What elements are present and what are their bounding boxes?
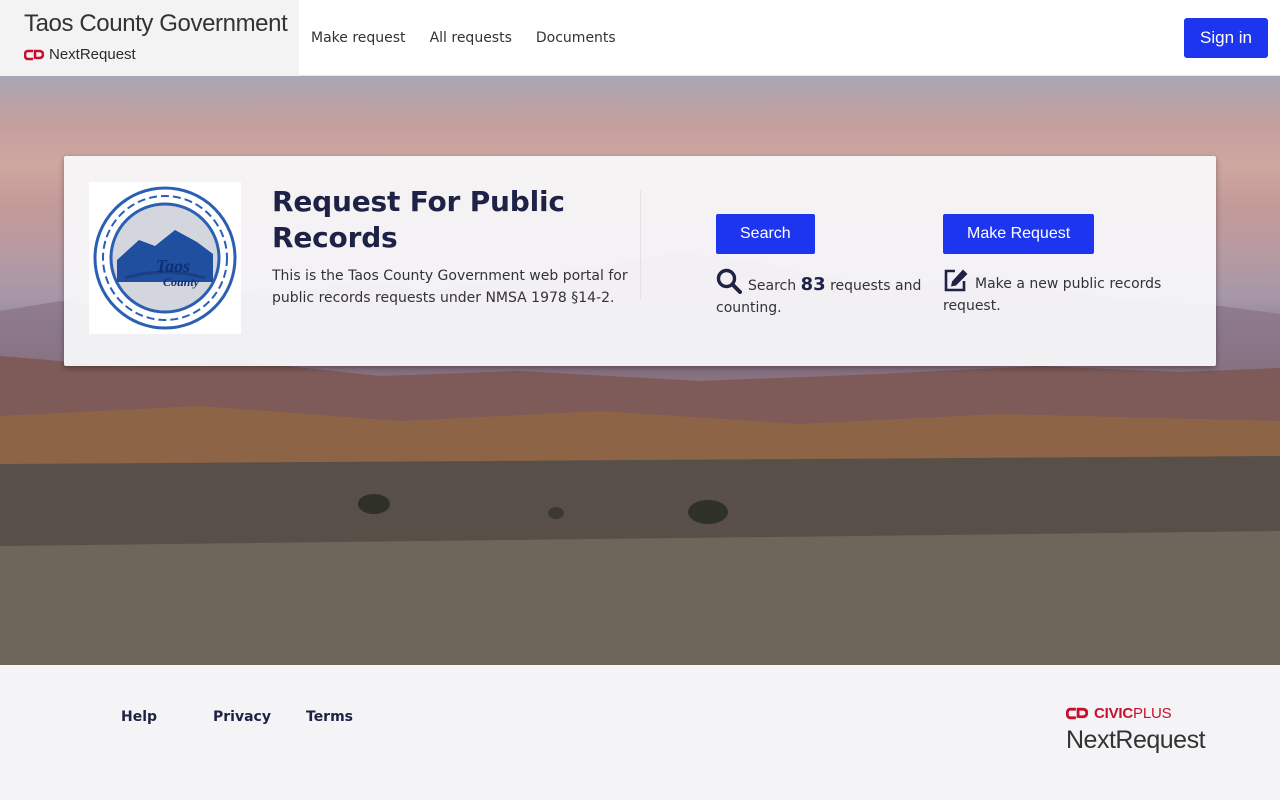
search-description: Search 83 requests and counting. [716, 268, 946, 319]
make-request-desc-text: Make a new public records request. [943, 276, 1162, 314]
card-divider [640, 190, 641, 300]
county-seal-icon: Taos County [93, 186, 237, 330]
nav-make-request[interactable]: Make request [311, 30, 406, 46]
nextrequest-text: NextRequest [49, 46, 136, 63]
make-request-action: Make Request Make a new public records r… [943, 214, 1173, 317]
plus-text: PLUS [1133, 705, 1172, 722]
search-icon [716, 268, 742, 294]
footer-terms-link[interactable]: Terms [306, 709, 353, 725]
site-footer: Help Privacy Terms CIVICPLUS NextRequest [0, 665, 1280, 800]
svg-text:Taos: Taos [156, 256, 190, 276]
make-request-button[interactable]: Make Request [943, 214, 1095, 254]
nav-documents[interactable]: Documents [536, 30, 616, 46]
search-action: Search Search 83 requests and counting. [716, 214, 946, 319]
search-desc-prefix: Search [748, 278, 797, 294]
page-title: Request For Public Records [272, 185, 565, 254]
brand-block[interactable]: Taos County Government NextRequest [0, 0, 299, 76]
svg-text:County: County [163, 275, 200, 289]
page-description: This is the Taos County Government web p… [272, 268, 628, 306]
civicplus-nextrequest-logo: CIVICPLUS NextRequest [1066, 705, 1206, 755]
nextrequest-wordmark: NextRequest [1066, 726, 1206, 754]
civic-text: CIVIC [1094, 705, 1134, 722]
civicplus-wordmark: CIVICPLUS [1094, 705, 1172, 722]
civicplus-mark-icon [24, 49, 44, 60]
site-header: Taos County Government NextRequest Make … [0, 0, 1280, 76]
brand-title[interactable]: Taos County Government [24, 10, 299, 38]
taos-county-seal-logo: Taos County [89, 182, 241, 334]
edit-icon [944, 269, 968, 292]
intro-card: Taos County Request For Public Records T… [64, 156, 1216, 366]
footer-help-link[interactable]: Help [121, 709, 157, 725]
nextrequest-logo: NextRequest [24, 46, 299, 63]
search-button[interactable]: Search [716, 214, 815, 254]
main-nav: Make request All requests Documents [299, 0, 640, 75]
sign-in-button[interactable]: Sign in [1184, 18, 1268, 58]
intro-text: Request For Public Records This is the T… [272, 184, 632, 309]
nav-all-requests[interactable]: All requests [430, 30, 512, 46]
request-count: 83 [800, 274, 826, 295]
civicplus-mark-icon [1066, 707, 1088, 720]
footer-privacy-link[interactable]: Privacy [213, 709, 271, 725]
make-request-description: Make a new public records request. [943, 268, 1173, 317]
